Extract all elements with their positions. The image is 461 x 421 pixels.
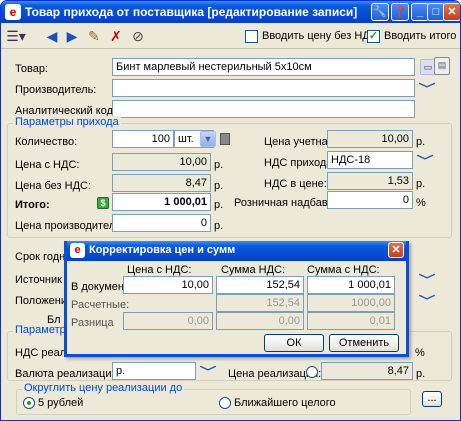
row-diff-label: Разница <box>71 317 114 329</box>
currency-field[interactable]: р. <box>112 362 196 380</box>
round-group-title: Округлить цену реализации до <box>22 382 185 394</box>
title-bar[interactable]: e Товар прихода от поставщика [редактиро… <box>1 1 460 23</box>
doc-price-field[interactable]: 10,00 <box>123 276 213 294</box>
vat-price-field: 1,53 <box>327 172 413 190</box>
calculator-icon[interactable] <box>220 133 230 145</box>
analytic-code-field[interactable] <box>112 100 415 118</box>
vat-price-unit: р. <box>416 178 426 190</box>
markup-label: Розничная надбавка: <box>234 197 342 209</box>
total-unit: р. <box>214 199 224 211</box>
price-vat-label: Цена с НДС: <box>15 159 80 171</box>
source-chevron-icon[interactable]: ﹀ <box>419 271 436 288</box>
manufacturer-chevron-icon[interactable]: ﹀ <box>419 80 436 97</box>
currency-label: Валюта реализации: <box>15 368 121 380</box>
unit-dropdown-icon[interactable]: ▼ <box>200 131 216 147</box>
calc-sum-field: 1000,00 <box>307 294 395 312</box>
vat-sale-unit: % <box>415 347 425 359</box>
diff-vat-field: 0,00 <box>216 312 304 330</box>
shelf-life-label: Срок годно <box>15 251 72 263</box>
diff-sum-field: 0,01 <box>307 312 395 330</box>
round-nearest-radio[interactable] <box>219 397 231 409</box>
edit-pencil-icon[interactable]: ✎ <box>83 26 105 46</box>
delete-icon[interactable]: ✗ <box>105 26 127 46</box>
price-novat-field[interactable]: 8,47 <box>112 174 211 192</box>
qty-field[interactable]: 100 <box>112 130 174 148</box>
dialog-title: Корректировка цен и сумм <box>89 244 236 256</box>
product-label: Товар: <box>15 63 48 75</box>
price-novat-label: Цена без НДС: <box>15 180 92 192</box>
col-sum-vat-header: Сумма с НДС: <box>307 264 380 276</box>
arrow-left-icon[interactable]: ◀ <box>41 26 63 46</box>
params2-group-title: Параметр <box>13 324 68 336</box>
product-card-icon[interactable]: ▤ <box>434 57 450 75</box>
col-vat-sum-header: Сумма НДС: <box>221 264 286 276</box>
round-5-label: 5 рублей <box>38 397 84 409</box>
clear-icon[interactable]: ⊘ <box>127 26 149 46</box>
mfr-price-field[interactable]: 0 <box>112 214 211 232</box>
no-vat-label: Вводить цену без НДС <box>262 30 378 42</box>
currency-chevron-icon[interactable]: ﹀ <box>200 363 217 380</box>
dialog-app-icon: e <box>70 243 85 258</box>
doc-sum-field[interactable]: 1 000,01 <box>307 276 395 294</box>
vat-in-field[interactable]: НДС-18 <box>327 151 413 169</box>
total-checkbox-label: Вводить итого <box>384 30 457 42</box>
close-button[interactable]: ✕ <box>443 3 460 21</box>
no-vat-checkbox[interactable] <box>245 30 258 43</box>
calc-vat-field: 152,54 <box>216 294 304 312</box>
manufacturer-label: Производитель: <box>15 84 97 96</box>
diff-price-field: 0,00 <box>123 312 213 330</box>
sale-price-field: 8,47 <box>321 362 413 380</box>
acc-price-label: Цена учетная: <box>264 136 337 148</box>
round-nearest-label: Ближайшего целого <box>234 397 336 409</box>
help-icon[interactable]: ❓ <box>391 3 409 21</box>
price-vat-unit: р. <box>214 159 224 171</box>
qty-label: Количество: <box>15 136 78 148</box>
total-checkbox[interactable]: ✓ <box>367 30 380 43</box>
product-field[interactable]: Бинт марлевый нестерильный 5х10см <box>112 58 415 76</box>
vat-price-label: НДС в цене: <box>264 178 327 190</box>
col-price-vat-header: Цена с НДС: <box>127 264 192 276</box>
correction-dialog: e Корректировка цен и сумм ✕ Цена с НДС:… <box>64 241 409 357</box>
params-group-title: Параметры прихода <box>13 116 121 128</box>
acc-price-field: 10,00 <box>327 130 413 148</box>
menu-list-icon[interactable]: ☰▾ <box>5 26 27 46</box>
markup-unit: % <box>416 197 426 209</box>
total-field[interactable]: 1 000,01 <box>112 193 211 211</box>
total-label: Итого: <box>15 199 50 211</box>
round-5-radio[interactable] <box>23 397 35 409</box>
sale-price-radio[interactable] <box>306 366 318 378</box>
row-calc-label: Расчетные: <box>71 299 130 311</box>
main-window: e Товар прихода от поставщика [редактиро… <box>0 0 461 421</box>
sale-price-unit: р. <box>416 368 426 380</box>
cancel-button[interactable]: Отменить <box>329 334 399 352</box>
dollar-icon[interactable]: $ <box>97 197 109 209</box>
dialog-title-bar[interactable]: e Корректировка цен и сумм ✕ <box>67 241 406 261</box>
app-icon: e <box>5 4 21 20</box>
manufacturer-field[interactable] <box>112 79 415 97</box>
arrow-right-icon[interactable]: ▶ <box>61 26 83 46</box>
price-novat-unit: р. <box>214 180 224 192</box>
round-options-button[interactable]: ... <box>422 391 442 407</box>
acc-price-unit: р. <box>416 136 426 148</box>
price-vat-field[interactable]: 10,00 <box>112 153 211 171</box>
position-chevron-icon[interactable]: ﹀ <box>419 292 436 309</box>
mfr-price-label: Цена производителя: <box>15 220 125 232</box>
markup-field[interactable]: 0 <box>327 191 413 209</box>
ok-button[interactable]: ОК <box>264 334 324 352</box>
dialog-close-button[interactable]: ✕ <box>388 242 404 258</box>
tools-icon[interactable]: 🔧 <box>371 3 389 21</box>
vat-in-label: НДС прихода: <box>264 157 336 169</box>
doc-vat-field[interactable]: 152,54 <box>216 276 304 294</box>
mfr-price-unit: р. <box>214 220 224 232</box>
vat-in-chevron-icon[interactable]: ﹀ <box>417 152 434 169</box>
toolbar: ☰▾ ◀ ▶ ✎ ✗ ⊘ Вводить цену без НДС ✓ Ввод… <box>1 23 460 49</box>
window-title: Товар прихода от поставщика [редактирова… <box>25 5 358 19</box>
